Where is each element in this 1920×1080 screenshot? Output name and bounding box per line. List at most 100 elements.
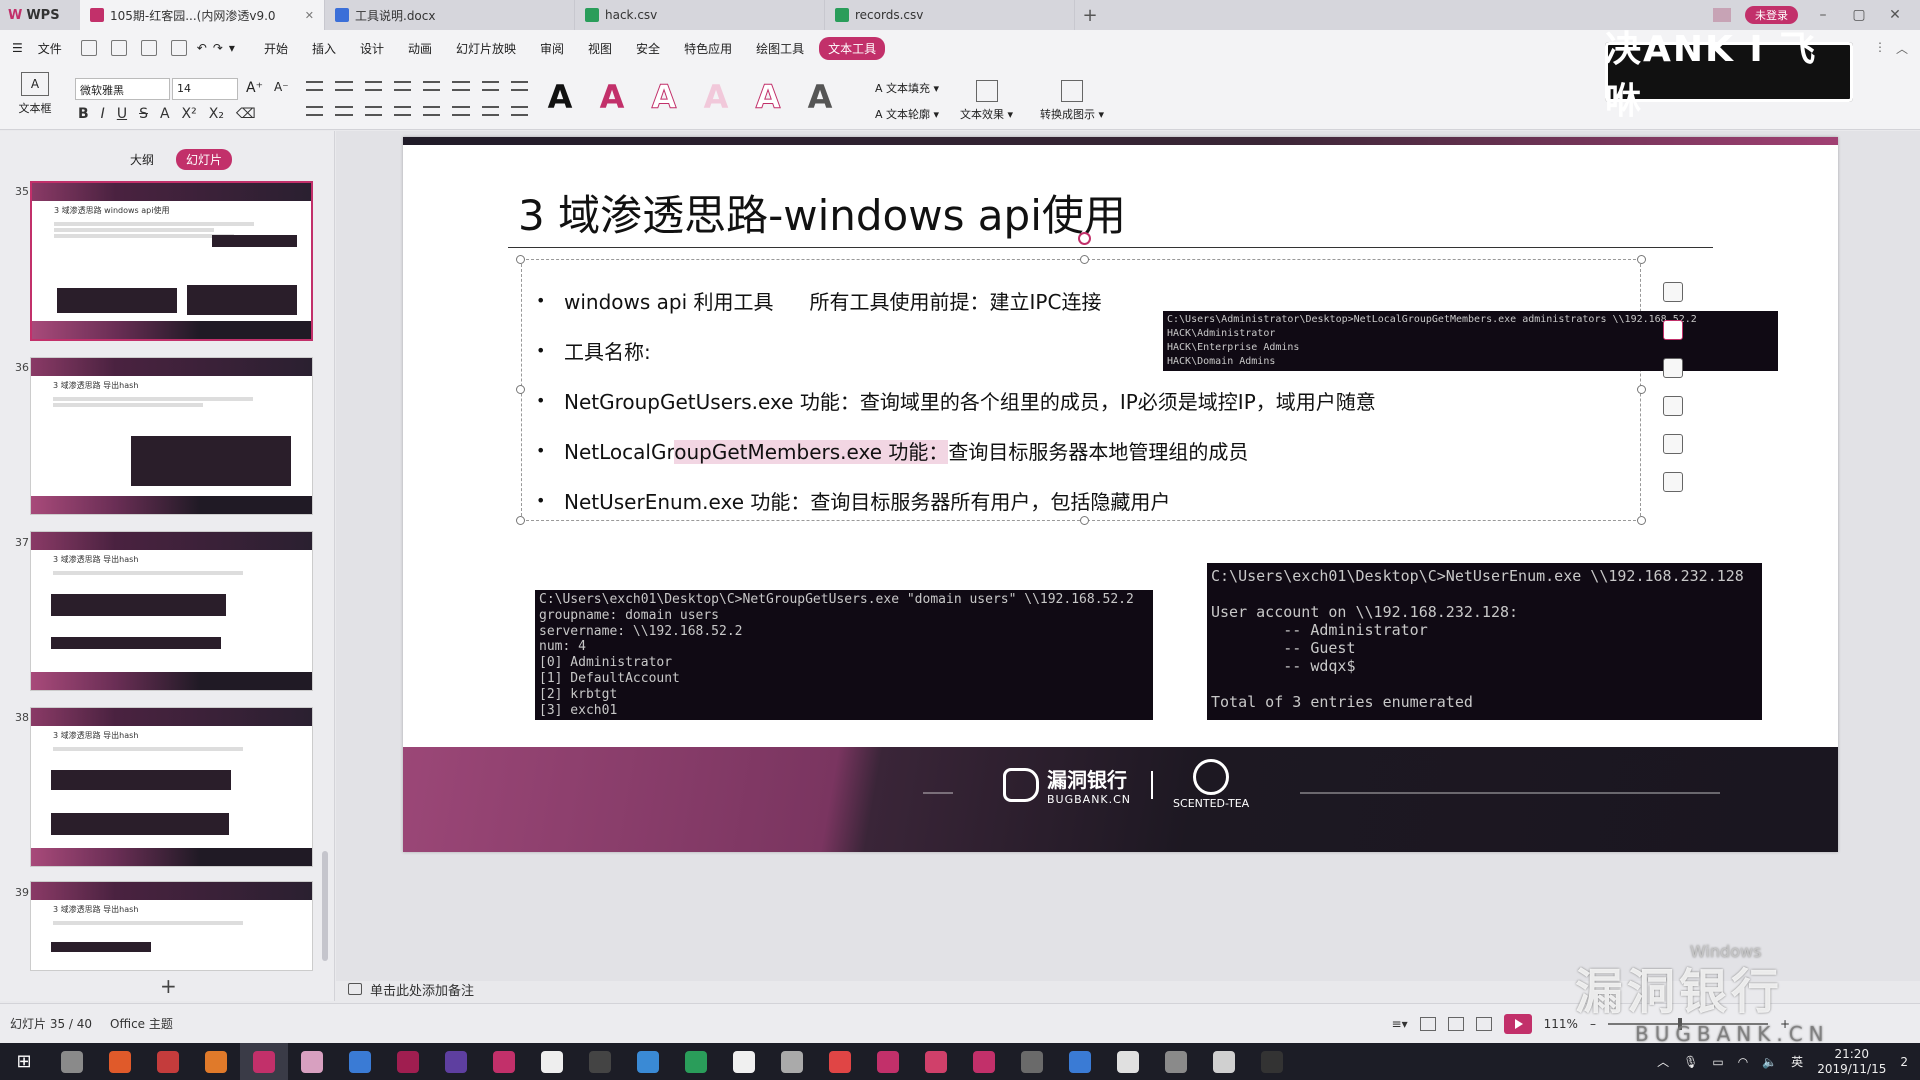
layers-icon[interactable] bbox=[1663, 282, 1683, 302]
taskbar-app-icon[interactable] bbox=[1056, 1043, 1104, 1080]
taskbar-app-icon[interactable] bbox=[288, 1043, 336, 1080]
smart-list-icon[interactable] bbox=[452, 81, 470, 91]
close-icon[interactable]: ✕ bbox=[305, 9, 314, 22]
resize-handle[interactable] bbox=[516, 385, 525, 394]
tab-outline[interactable]: 大纲 bbox=[120, 149, 164, 170]
text-style-light-icon[interactable]: A bbox=[701, 78, 731, 116]
para-spacing-icon[interactable] bbox=[481, 106, 499, 116]
grow-font-icon[interactable]: A⁺ bbox=[246, 80, 263, 96]
tab-docx[interactable]: 工具说明.docx bbox=[325, 0, 575, 30]
taskbar-app-icon[interactable] bbox=[48, 1043, 96, 1080]
undo-icon[interactable]: ↶ bbox=[197, 41, 207, 55]
taskbar-app-icon[interactable] bbox=[1008, 1043, 1056, 1080]
convert-to-shape-button[interactable]: 转换成图示 ▾ bbox=[1040, 80, 1104, 122]
tab-records-csv[interactable]: records.csv bbox=[825, 0, 1075, 30]
wps-app-tab[interactable]: W WPS bbox=[0, 0, 80, 30]
font-name-select[interactable]: 微软雅黑 bbox=[75, 78, 170, 100]
redo-icon[interactable]: ↷ bbox=[213, 41, 223, 55]
menu-security[interactable]: 安全 bbox=[627, 37, 669, 60]
normal-view-icon[interactable] bbox=[1419, 1017, 1436, 1031]
text-fill-button[interactable]: A 文本填充 ▾ bbox=[875, 80, 939, 96]
taskbar-app-icon[interactable] bbox=[576, 1043, 624, 1080]
italic-icon[interactable]: I bbox=[101, 106, 105, 122]
taskbar-app-icon[interactable] bbox=[1152, 1043, 1200, 1080]
taskbar-app-icon[interactable] bbox=[192, 1043, 240, 1080]
align-center-icon[interactable] bbox=[335, 106, 353, 116]
font-color-icon[interactable]: A bbox=[160, 106, 170, 122]
export-icon[interactable] bbox=[170, 40, 187, 56]
resize-handle[interactable] bbox=[516, 255, 525, 264]
taskbar-app-icon[interactable] bbox=[960, 1043, 1008, 1080]
terminal-screenshot-groupusers[interactable]: C:\Users\exch01\Desktop\C>NetGroupGetUse… bbox=[535, 590, 1153, 720]
rotate-handle-icon[interactable] bbox=[1078, 232, 1091, 245]
menu-start[interactable]: 开始 bbox=[255, 37, 297, 60]
taskbar-app-icon[interactable] bbox=[336, 1043, 384, 1080]
resize-handle[interactable] bbox=[1637, 255, 1646, 264]
more-quick-icon[interactable]: ▾ bbox=[229, 41, 235, 55]
collapse-tools-icon[interactable] bbox=[1663, 258, 1683, 264]
menu-design[interactable]: 设计 bbox=[351, 37, 393, 60]
tab-hack-csv[interactable]: hack.csv bbox=[575, 0, 825, 30]
network-icon[interactable]: ◠ bbox=[1738, 1055, 1748, 1069]
taskbar-app-icon[interactable] bbox=[1104, 1043, 1152, 1080]
clock[interactable]: 21:20 2019/11/15 bbox=[1817, 1047, 1886, 1077]
text-effect-button[interactable]: 文本效果 ▾ bbox=[960, 80, 1013, 122]
menu-view[interactable]: 视图 bbox=[579, 37, 621, 60]
slide-thumbnail[interactable]: 3 域渗透思路 导出hash bbox=[30, 531, 313, 691]
taskbar-app-icon[interactable] bbox=[96, 1043, 144, 1080]
align-left-icon[interactable] bbox=[306, 106, 324, 116]
microphone-icon[interactable]: 🎙 bbox=[1683, 1055, 1698, 1069]
taskbar-app-icon[interactable] bbox=[672, 1043, 720, 1080]
slide-thumbnail[interactable]: 3 域渗透思路 导出hash bbox=[30, 357, 313, 515]
taskbar-app-icon[interactable] bbox=[144, 1043, 192, 1080]
superscript-icon[interactable]: X² bbox=[182, 106, 197, 122]
taskbar-app-icon[interactable] bbox=[1248, 1043, 1296, 1080]
text-style-icon[interactable] bbox=[1663, 434, 1683, 454]
taskbar-app-icon[interactable] bbox=[1200, 1043, 1248, 1080]
line-spacing-icon[interactable] bbox=[452, 106, 470, 116]
print-preview-icon[interactable] bbox=[110, 40, 127, 56]
taskbar-app-icon[interactable] bbox=[432, 1043, 480, 1080]
print-icon[interactable] bbox=[140, 40, 157, 56]
add-slide-plus-icon[interactable]: + bbox=[160, 974, 177, 998]
menu-features[interactable]: 特色应用 bbox=[675, 37, 741, 60]
text-direction-icon[interactable] bbox=[481, 81, 499, 91]
slide-thumbnail[interactable]: 3 域渗透思路 导出hash bbox=[30, 707, 313, 867]
text-style-outline2-icon[interactable]: A bbox=[753, 78, 783, 117]
menu-slideshow[interactable]: 幻灯片放映 bbox=[447, 37, 525, 60]
window-close-icon[interactable]: ✕ bbox=[1884, 7, 1906, 23]
text-style-outline-icon[interactable]: A bbox=[649, 78, 679, 117]
increase-indent-icon[interactable] bbox=[393, 81, 411, 91]
resize-handle[interactable] bbox=[1080, 255, 1089, 264]
new-tab-plus-icon[interactable]: + bbox=[1075, 0, 1105, 30]
convert-text-icon[interactable] bbox=[1663, 472, 1683, 492]
underline-icon[interactable]: U bbox=[117, 106, 127, 122]
decrease-indent-icon[interactable] bbox=[364, 81, 382, 91]
clear-format-icon[interactable]: ⌫ bbox=[236, 106, 256, 122]
sorter-view-icon[interactable] bbox=[1447, 1017, 1464, 1031]
pen-icon[interactable] bbox=[1663, 320, 1683, 340]
menu-file[interactable]: 文件 bbox=[29, 37, 71, 60]
zoom-level[interactable]: 111% bbox=[1544, 1017, 1578, 1031]
save-icon[interactable] bbox=[80, 40, 97, 56]
taskbar-app-icon[interactable] bbox=[864, 1043, 912, 1080]
bullets-icon[interactable] bbox=[306, 81, 324, 91]
notes-toggle-icon[interactable]: ≡▾ bbox=[1392, 1017, 1408, 1031]
text-outline-button[interactable]: A 文本轮廓 ▾ bbox=[875, 106, 939, 122]
bold-icon[interactable]: B bbox=[78, 106, 89, 122]
battery-icon[interactable]: ▭ bbox=[1712, 1055, 1723, 1069]
tab-slides[interactable]: 幻灯片 bbox=[176, 149, 233, 170]
strikethrough-icon[interactable]: S bbox=[139, 106, 148, 122]
hamburger-icon[interactable]: ☰ bbox=[12, 41, 23, 55]
text-style-shadow-icon[interactable]: A bbox=[805, 78, 835, 116]
taskbar-app-icon[interactable] bbox=[384, 1043, 432, 1080]
slide-title[interactable]: 3 域渗透思路-windows api使用 bbox=[518, 182, 1126, 243]
more-para-icon[interactable] bbox=[510, 81, 528, 91]
thumbnail-scrollbar[interactable] bbox=[322, 851, 328, 961]
tab-presentation[interactable]: 105期-红客园...(内网渗透v9.0 ✕ bbox=[80, 0, 325, 30]
play-slideshow-icon[interactable] bbox=[1503, 1014, 1532, 1034]
tray-expand-icon[interactable]: ︿ bbox=[1657, 1053, 1669, 1070]
terminal-screenshot-userenum[interactable]: C:\Users\exch01\Desktop\C>NetUserEnum.ex… bbox=[1207, 563, 1762, 720]
align-text-icon[interactable] bbox=[510, 106, 528, 116]
align-right-icon[interactable] bbox=[364, 106, 382, 116]
